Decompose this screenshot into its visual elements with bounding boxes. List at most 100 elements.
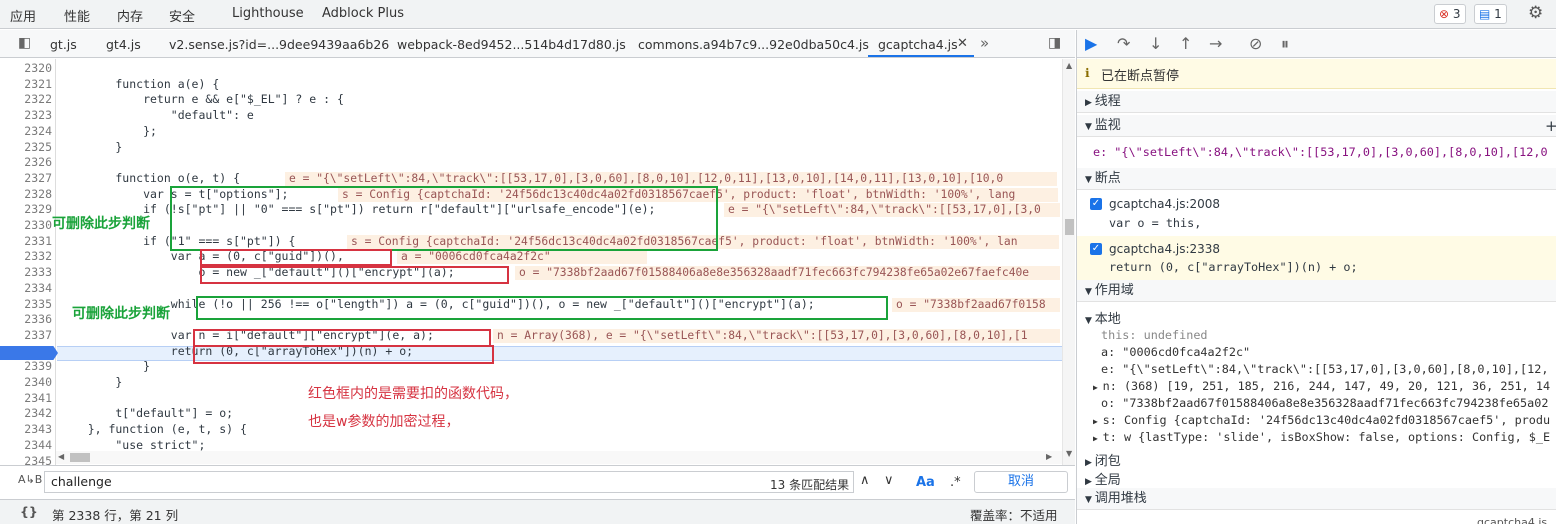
line-number[interactable]: 2342: [0, 406, 52, 422]
line-number[interactable]: 2328: [0, 187, 52, 203]
line-number[interactable]: 2339: [0, 359, 52, 375]
close-tab-icon[interactable]: ✕: [957, 36, 968, 51]
file-tab-gt4[interactable]: gt4.js: [106, 37, 141, 52]
section-breakpoints[interactable]: ▼ 断点: [1077, 168, 1556, 190]
line-number[interactable]: 2341: [0, 391, 52, 407]
line-number[interactable]: 2331: [0, 234, 52, 250]
scope-variable[interactable]: ▶ t: w {lastType: 'slide', isBoxShow: fa…: [1093, 430, 1550, 444]
scope-local[interactable]: ▼ 本地: [1085, 308, 1121, 327]
deactivate-breakpoints-icon[interactable]: ⊘: [1249, 34, 1262, 53]
file-tab-gcaptcha4[interactable]: gcaptcha4.js: [878, 37, 958, 52]
collapsed-icon[interactable]: ▶: [1093, 417, 1103, 426]
file-tab-commons[interactable]: commons.a94b7c9...92e0dba50c4.js: [638, 37, 869, 52]
section-watch[interactable]: ▼ 监视 +: [1077, 115, 1556, 137]
scroll-left-icon[interactable]: ◀: [58, 452, 64, 461]
collapsed-icon[interactable]: ▶: [1093, 383, 1103, 392]
line-number[interactable]: 2329: [0, 202, 52, 218]
section-call-stack[interactable]: ▼ 调用堆栈: [1077, 488, 1556, 510]
line-number[interactable]: 2325: [0, 140, 52, 156]
line-number[interactable]: 2320: [0, 61, 52, 77]
scroll-right-icon[interactable]: ▶: [1046, 452, 1052, 461]
breakpoint-2-file[interactable]: gcaptcha4.js:2338: [1109, 242, 1220, 256]
error-count-badge[interactable]: ⊗ 3: [1434, 4, 1466, 24]
more-tabs-icon[interactable]: »: [980, 34, 989, 52]
line-number[interactable]: 2322: [0, 92, 52, 108]
section-scope[interactable]: ▼ 作用域: [1077, 280, 1556, 302]
line-number[interactable]: 2330: [0, 218, 52, 234]
coverage-status[interactable]: 覆盖率：不适用: [970, 505, 1058, 524]
watch-expression[interactable]: e: "{\"setLeft\":84,\"track\":[[53,17,0]…: [1093, 145, 1548, 159]
file-tab-sense[interactable]: v2.sense.js?id=...9dee9439aa6b26: [169, 37, 389, 52]
line-number[interactable]: 2326: [0, 155, 52, 171]
collapsed-icon[interactable]: ▶: [1093, 434, 1103, 443]
call-stack-file[interactable]: gcaptcha4.js: [1477, 516, 1547, 524]
resume-icon[interactable]: ▶: [1085, 34, 1097, 53]
scope-variable-text: s: Config {captchaId: '24f56dc13c40dc4a0…: [1102, 413, 1551, 427]
step-into-icon[interactable]: ↓: [1149, 34, 1162, 53]
editor-horizontal-scrollbar[interactable]: ◀ ▶: [56, 451, 1062, 464]
toggle-navigator-icon[interactable]: ◧: [18, 35, 31, 51]
scope-variable[interactable]: this: undefined: [1101, 328, 1208, 342]
line-number[interactable]: 2334: [0, 281, 52, 297]
scope-variable[interactable]: ▶ n: (368) [19, 251, 185, 216, 244, 147,…: [1093, 379, 1550, 393]
step-icon[interactable]: →: [1209, 34, 1222, 53]
add-watch-icon[interactable]: +: [1545, 115, 1556, 137]
step-over-icon[interactable]: ↷: [1117, 34, 1130, 53]
scroll-down-icon[interactable]: ▼: [1066, 449, 1072, 458]
scope-variable[interactable]: a: "0006cd0fca4a2f2c": [1101, 345, 1250, 359]
scope-global[interactable]: ▶ 全局: [1085, 469, 1121, 488]
line-number[interactable]: 2340: [0, 375, 52, 391]
tab-application[interactable]: 应用: [10, 6, 36, 25]
scope-variable[interactable]: e: "{\"setLeft\":84,\"track\":[[53,17,0]…: [1101, 362, 1548, 376]
code-editor[interactable]: 2320 2321 2322 2323 2324 2325 2326 2327 2328 2329…: [0, 59, 1062, 465]
scope-variable[interactable]: o: "7338bf2aad67f01588406a8e8e356328aadf…: [1101, 396, 1548, 410]
file-tab-webpack[interactable]: webpack-8ed9452...514b4d17d80.js: [397, 37, 626, 52]
line-number[interactable]: 2337: [0, 328, 52, 344]
tab-lighthouse[interactable]: Lighthouse: [232, 6, 304, 21]
line-number[interactable]: 2323: [0, 108, 52, 124]
line-number[interactable]: 2332: [0, 249, 52, 265]
code-line: t["default"] = o;: [60, 406, 234, 421]
pretty-print-icon[interactable]: {}: [20, 504, 38, 519]
pause-on-exceptions-icon[interactable]: ⏸: [1281, 34, 1289, 54]
call-stack-label: 调用堆栈: [1094, 491, 1147, 506]
cancel-search-button[interactable]: 取消: [974, 471, 1068, 493]
breakpoint-checkbox-2[interactable]: ✓: [1090, 243, 1102, 255]
line-number[interactable]: 2336: [0, 312, 52, 328]
line-number[interactable]: 2343: [0, 422, 52, 438]
tab-performance[interactable]: 性能: [64, 6, 90, 25]
match-case-button[interactable]: Aa: [916, 475, 935, 490]
search-input[interactable]: challenge: [44, 471, 854, 493]
line-number[interactable]: 2327: [0, 171, 52, 187]
regex-button[interactable]: .*: [950, 475, 961, 490]
scroll-up-icon[interactable]: ▲: [1066, 61, 1072, 70]
search-match-count: 13 条匹配结果: [770, 478, 850, 492]
line-number-gutter[interactable]: 2320 2321 2322 2323 2324 2325 2326 2327 2328 2329…: [0, 59, 56, 465]
gear-icon[interactable]: ⚙: [1528, 3, 1543, 23]
scope-variable[interactable]: ▶ s: Config {captchaId: '24f56dc13c40dc4…: [1093, 413, 1550, 427]
toggle-debugger-icon[interactable]: ◨: [1048, 35, 1061, 51]
breakpoint-1-file[interactable]: gcaptcha4.js:2008: [1109, 197, 1220, 211]
line-number[interactable]: 2321: [0, 77, 52, 93]
editor-vertical-scrollbar[interactable]: ▲ ▼: [1062, 59, 1075, 465]
breakpoint-marker[interactable]: [0, 346, 58, 360]
file-tab-gt[interactable]: gt.js: [50, 37, 77, 52]
vertical-scroll-thumb[interactable]: [1065, 219, 1074, 235]
next-match-icon[interactable]: ∨: [884, 473, 894, 488]
horizontal-scroll-thumb[interactable]: [70, 453, 90, 462]
line-number[interactable]: 2344: [0, 438, 52, 454]
previous-match-icon[interactable]: ∧: [860, 473, 870, 488]
replace-toggle-icon[interactable]: A↳B: [18, 473, 42, 486]
line-number[interactable]: 2335: [0, 297, 52, 313]
message-count-badge[interactable]: ▤ 1: [1474, 4, 1507, 24]
line-number[interactable]: 2345: [0, 454, 52, 466]
section-threads[interactable]: ▶ 线程: [1077, 91, 1556, 113]
step-out-icon[interactable]: ↑: [1179, 34, 1192, 53]
tab-security[interactable]: 安全: [169, 6, 195, 25]
breakpoint-checkbox-1[interactable]: ✓: [1090, 198, 1102, 210]
line-number[interactable]: 2333: [0, 265, 52, 281]
line-number[interactable]: 2324: [0, 124, 52, 140]
tab-adblock-plus[interactable]: Adblock Plus: [322, 6, 404, 21]
tab-memory[interactable]: 内存: [117, 6, 143, 25]
scope-closure[interactable]: ▶ 闭包: [1085, 450, 1121, 469]
